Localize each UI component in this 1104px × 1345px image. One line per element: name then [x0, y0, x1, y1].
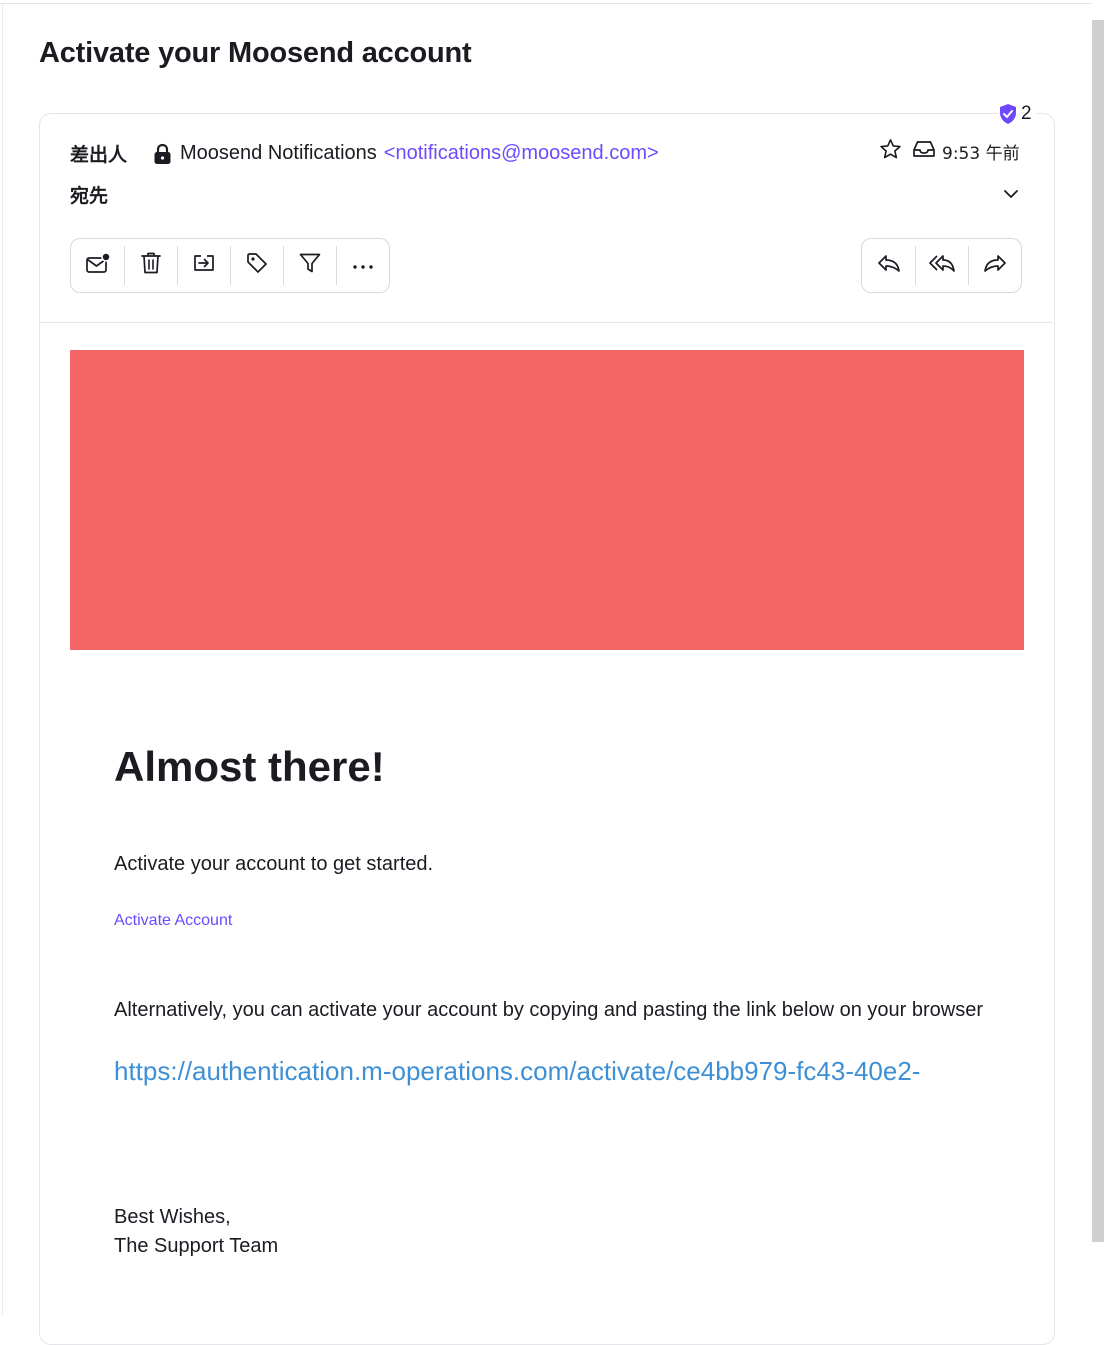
signoff-text: Best Wishes, [114, 1206, 231, 1228]
move-to-folder-button[interactable] [177, 239, 230, 292]
reply-all-button[interactable] [915, 239, 968, 292]
received-time: 9:53 午前 [942, 144, 1020, 164]
activate-account-link[interactable]: Activate Account [114, 912, 232, 930]
forward-button[interactable] [968, 239, 1021, 292]
mark-unread-button[interactable] [71, 239, 124, 292]
reply-icon [876, 252, 902, 279]
team-name: The Support Team [114, 1235, 279, 1257]
window-top-border [0, 3, 1092, 4]
scrollbar[interactable] [1092, 20, 1104, 1242]
delete-button[interactable] [124, 239, 177, 292]
label-button[interactable] [230, 239, 283, 292]
sender-email[interactable]: <notifications@moosend.com> [384, 142, 659, 165]
reply-button[interactable] [862, 239, 915, 292]
star-icon[interactable] [879, 138, 902, 165]
from-row: 差出人 Moosend Notifications <notifications… [70, 140, 659, 167]
trash-icon [140, 251, 162, 280]
reply-all-icon [928, 252, 956, 279]
mark-unread-icon [85, 252, 111, 279]
message-card [39, 113, 1055, 1345]
lock-icon[interactable] [153, 143, 172, 165]
header-divider [40, 322, 1053, 323]
activation-url-link[interactable]: https://authentication.m-operations.com/… [114, 1056, 920, 1087]
more-options-button[interactable] [336, 239, 389, 292]
intro-text: Activate your account to get started. [114, 853, 434, 875]
filter-icon [298, 251, 322, 280]
to-label: 宛先 [70, 185, 109, 207]
signature: Best Wishes, The Support Team [114, 1203, 278, 1261]
move-to-folder-icon [192, 252, 216, 279]
alternative-instructions: Alternatively, you can activate your acc… [114, 999, 984, 1021]
window-left-border [2, 3, 3, 1315]
shield-check-icon [998, 103, 1018, 125]
sender-name[interactable]: Moosend Notifications [180, 142, 377, 165]
email-heading: Almost there! [114, 743, 385, 790]
email-subject: Activate your Moosend account [39, 37, 472, 69]
inbox-location-icon[interactable] [912, 139, 936, 164]
filter-button[interactable] [283, 239, 336, 292]
reply-actions-toolbar [861, 238, 1022, 293]
forward-icon [982, 252, 1008, 279]
message-actions-toolbar [70, 238, 390, 293]
email-banner-image [70, 350, 1024, 650]
from-label: 差出人 [70, 144, 128, 166]
message-meta: 9:53 午前 [879, 138, 1020, 165]
trust-count: 2 [1021, 103, 1032, 124]
chevron-down-icon[interactable] [1001, 184, 1021, 209]
trust-badge[interactable]: 2 [998, 103, 1036, 125]
more-options-icon [352, 257, 374, 275]
label-tag-icon [245, 251, 269, 280]
